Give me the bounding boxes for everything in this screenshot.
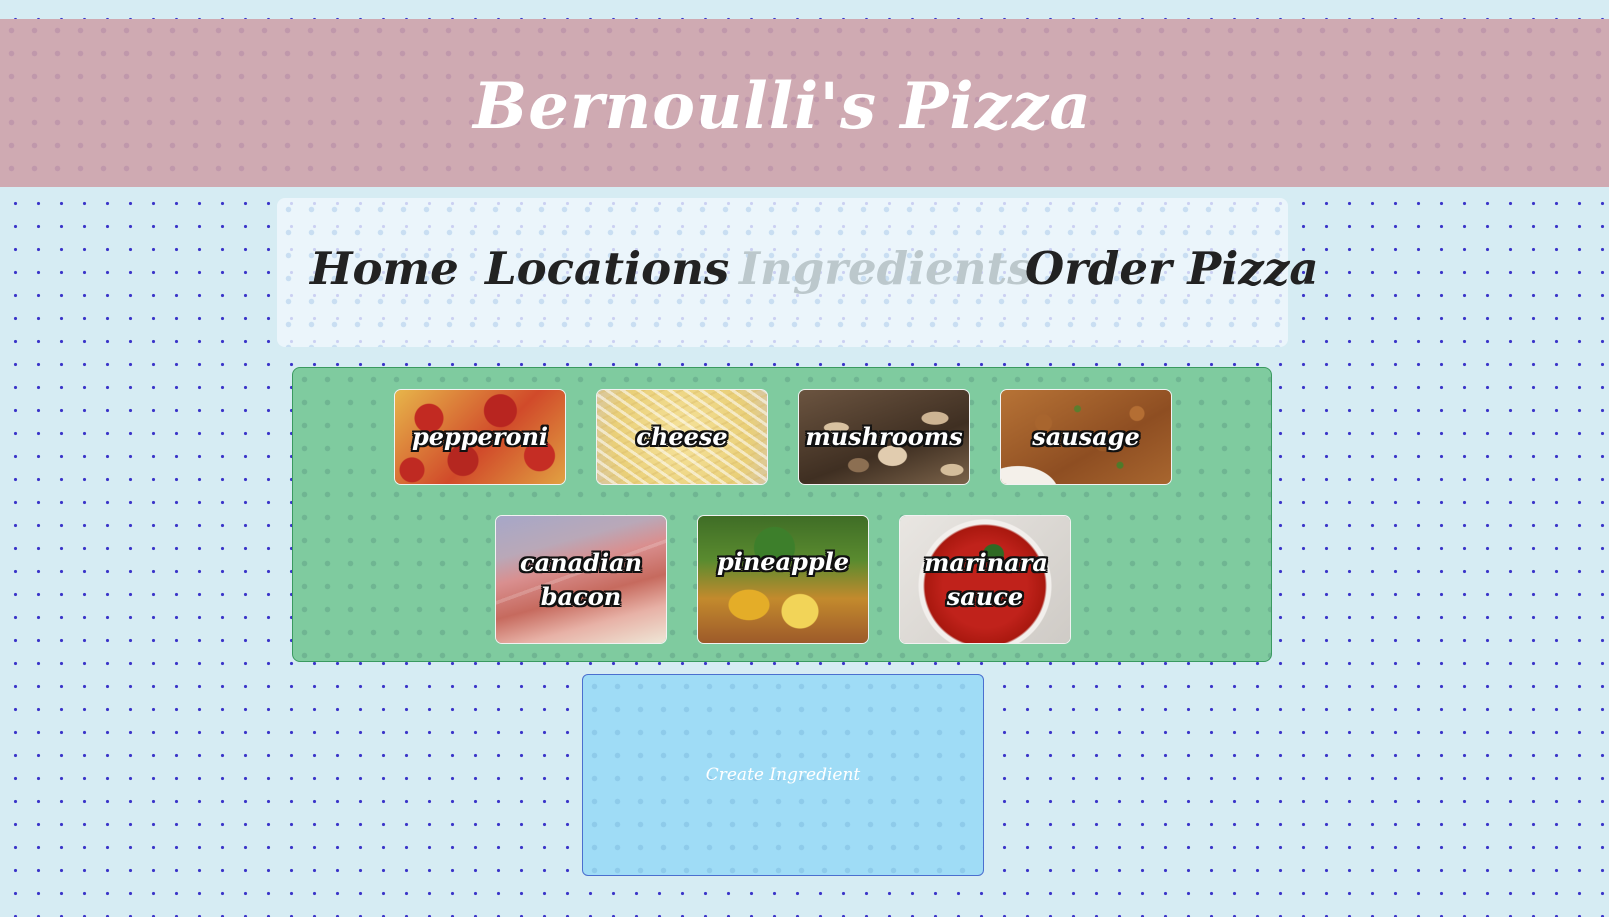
main-nav: Home Locations Ingredients Order Pizza	[277, 198, 1319, 347]
nav-home[interactable]: Home	[310, 246, 459, 291]
create-ingredient-button[interactable]: Create Ingredient	[582, 674, 984, 876]
ingredient-label: mushrooms	[805, 422, 963, 451]
ingredients-panel: pepperoni cheese mushrooms sausage canad…	[292, 367, 1272, 662]
ingredient-card-mushrooms[interactable]: mushrooms	[798, 389, 970, 485]
ingredient-label: cheese	[636, 422, 728, 451]
ingredient-card-canadian-bacon[interactable]: canadian bacon	[495, 515, 667, 644]
ingredient-card-pepperoni[interactable]: pepperoni	[394, 389, 566, 485]
ingredient-card-sausage[interactable]: sausage	[1000, 389, 1172, 485]
ingredient-card-cheese[interactable]: cheese	[596, 389, 768, 485]
ingredient-card-pineapple[interactable]: pineapple	[697, 515, 869, 644]
pineapple-image	[698, 516, 868, 643]
site-title: Bernoulli's Pizza	[473, 69, 1092, 144]
ingredient-card-marinara-sauce[interactable]: marinara sauce	[899, 515, 1071, 644]
ingredient-label: pepperoni	[411, 422, 549, 451]
nav-ingredients[interactable]: Ingredients	[739, 246, 1033, 291]
ingredient-label: marinara sauce	[924, 547, 1048, 611]
ingredient-label: canadian bacon	[520, 547, 643, 611]
nav-locations[interactable]: Locations	[485, 246, 729, 291]
ingredient-label: sausage	[1032, 422, 1140, 451]
nav-order-pizza[interactable]: Order Pizza	[1025, 246, 1319, 291]
site-header: Bernoulli's Pizza	[0, 19, 1609, 187]
ingredient-label: pineapple	[716, 547, 850, 576]
